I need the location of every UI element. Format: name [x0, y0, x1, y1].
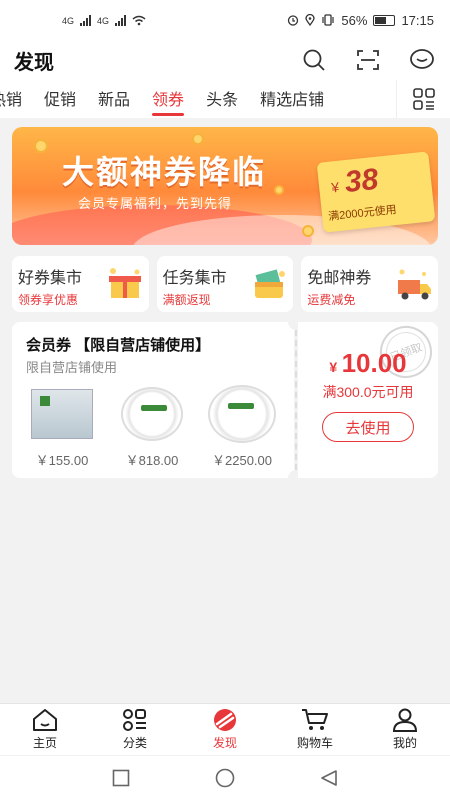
system-navigation-bar — [0, 756, 450, 800]
product-image — [202, 384, 282, 444]
category-icon — [123, 709, 146, 731]
nav-home[interactable]: 主页 — [0, 704, 90, 755]
ticket-condition: 满2000元使用 — [327, 203, 398, 224]
message-button[interactable] — [408, 46, 436, 74]
coupon-description: 限自营店铺使用 — [26, 360, 118, 375]
coin-decoration — [302, 225, 314, 237]
nav-category[interactable]: 分类 — [90, 704, 180, 755]
product-item[interactable]: ￥2250.00 — [202, 384, 282, 469]
coupon-divider — [295, 330, 297, 470]
nav-label: 分类 — [122, 736, 147, 750]
card-task-market[interactable]: 任务集市 满额返现 — [156, 256, 294, 312]
bottom-navigation: 主页 分类 发现 购物车 我的 — [0, 703, 450, 755]
coin-decoration — [274, 185, 284, 195]
member-coupon-card: 会员券 【限自营店铺使用】 限自营店铺使用 ￥155.00 ￥818.00 ￥2… — [12, 314, 440, 486]
coupon-value: 10.00 — [341, 348, 407, 378]
clock: 17:15 — [401, 12, 434, 28]
tab-headlines[interactable]: 头条 — [206, 86, 238, 116]
coin-decoration — [192, 133, 204, 145]
card-free-shipping[interactable]: 免邮神券 运费减免 — [301, 256, 439, 312]
tab-promotion[interactable]: 促销 — [44, 86, 76, 116]
tab-hot[interactable]: 热销 — [0, 86, 22, 116]
coupon-info: 会员券 【限自营店铺使用】 限自营店铺使用 ￥155.00 ￥818.00 ￥2… — [12, 322, 294, 478]
banner-title: 大额神券降临 — [62, 154, 267, 190]
scan-icon — [357, 50, 379, 70]
profile-icon — [392, 708, 418, 732]
search-icon — [303, 49, 325, 71]
product-box-image — [31, 389, 93, 439]
message-icon — [410, 49, 434, 69]
nav-label: 购物车 — [296, 736, 333, 750]
nav-label: 主页 — [32, 736, 57, 750]
coin-decoration — [34, 139, 48, 153]
signal-icon — [80, 14, 92, 26]
product-tea-cake-image — [121, 387, 183, 441]
nav-label: 我的 — [392, 736, 417, 750]
recent-apps-icon[interactable] — [112, 769, 130, 787]
product-item[interactable]: ￥155.00 — [22, 384, 102, 469]
product-item[interactable]: ￥818.00 — [112, 384, 192, 469]
wifi-icon — [132, 15, 146, 25]
status-bar: 4G 4G 56% 17:15 — [0, 0, 450, 40]
tab-row: 热销 促销 新品 领券 头条 精选店铺 — [0, 86, 324, 116]
alarm-icon — [288, 15, 299, 26]
tab-featured-stores[interactable]: 精选店铺 — [260, 86, 324, 116]
tab-coupons[interactable]: 领券 — [152, 86, 185, 116]
coupon-products: ￥155.00 ￥818.00 ￥2250.00 — [22, 384, 282, 469]
nav-profile[interactable]: 我的 — [360, 704, 450, 755]
coupon-value-panel: 已领取 ¥ 10.00 满300.0元可用 去使用 — [298, 318, 440, 478]
home-icon — [33, 709, 57, 731]
signal-indicators: 4G 4G — [62, 14, 146, 26]
product-price: ￥155.00 — [35, 453, 89, 468]
tab-more-button[interactable] — [396, 80, 450, 118]
banner-coupon-ticket: ¥ 38 满2000元使用 — [316, 151, 436, 233]
product-image — [112, 384, 192, 444]
gift-box-icon — [108, 268, 141, 298]
coupon-market-cards: 好券集市 领券享优惠 任务集市 满额返现 免邮神券 运费减免 — [12, 256, 439, 312]
banner-subtitle: 会员专属福利，先到先得 — [78, 196, 233, 211]
tab-new[interactable]: 新品 — [98, 86, 130, 116]
home-circle-icon[interactable] — [215, 768, 235, 788]
nav-label: 发现 — [212, 736, 237, 750]
coupon-title: 会员券 【限自营店铺使用】 — [26, 337, 211, 354]
card-coupon-market[interactable]: 好券集市 领券享优惠 — [12, 256, 149, 312]
use-coupon-button[interactable]: 去使用 — [322, 412, 414, 442]
search-button[interactable] — [300, 46, 328, 74]
product-price: ￥2250.00 — [212, 453, 272, 468]
product-tea-cake-image — [208, 385, 276, 443]
coupon-amount: ¥ 10.00 — [298, 348, 438, 379]
ticket-currency: ¥ — [330, 178, 340, 196]
coupon-currency: ¥ — [329, 359, 338, 375]
battery-percent: 56% — [341, 12, 368, 28]
category-tabs: 热销 促销 新品 领券 头条 精选店铺 — [0, 80, 450, 118]
delivery-truck-icon — [398, 269, 432, 300]
location-icon — [305, 14, 316, 26]
product-image — [22, 384, 102, 444]
page-title: 发现 — [14, 51, 54, 74]
nav-discover[interactable]: 发现 — [180, 704, 270, 755]
coupon-banner[interactable]: 大额神券降临 会员专属福利，先到先得 ¥ 38 满2000元使用 — [12, 127, 438, 245]
signal-2-label: 4G — [97, 15, 110, 26]
ticket-amount: 38 — [343, 162, 380, 200]
signal-1-label: 4G — [62, 15, 75, 26]
scan-button[interactable] — [354, 46, 382, 74]
battery-icon — [373, 14, 396, 26]
coupon-condition: 满300.0元可用 — [322, 384, 414, 400]
discover-icon — [214, 709, 236, 731]
product-price: ￥818.00 — [125, 453, 179, 468]
nav-cart[interactable]: 购物车 — [270, 704, 360, 755]
back-icon[interactable] — [320, 769, 338, 787]
cart-icon — [302, 709, 328, 730]
money-bag-icon — [255, 269, 286, 298]
app-header: 发现 — [0, 40, 450, 80]
header-actions — [300, 46, 436, 74]
signal-icon — [115, 14, 127, 26]
status-right: 56% 17:15 — [287, 13, 434, 28]
vibrate-icon — [322, 14, 335, 26]
grid-menu-icon — [412, 88, 435, 110]
